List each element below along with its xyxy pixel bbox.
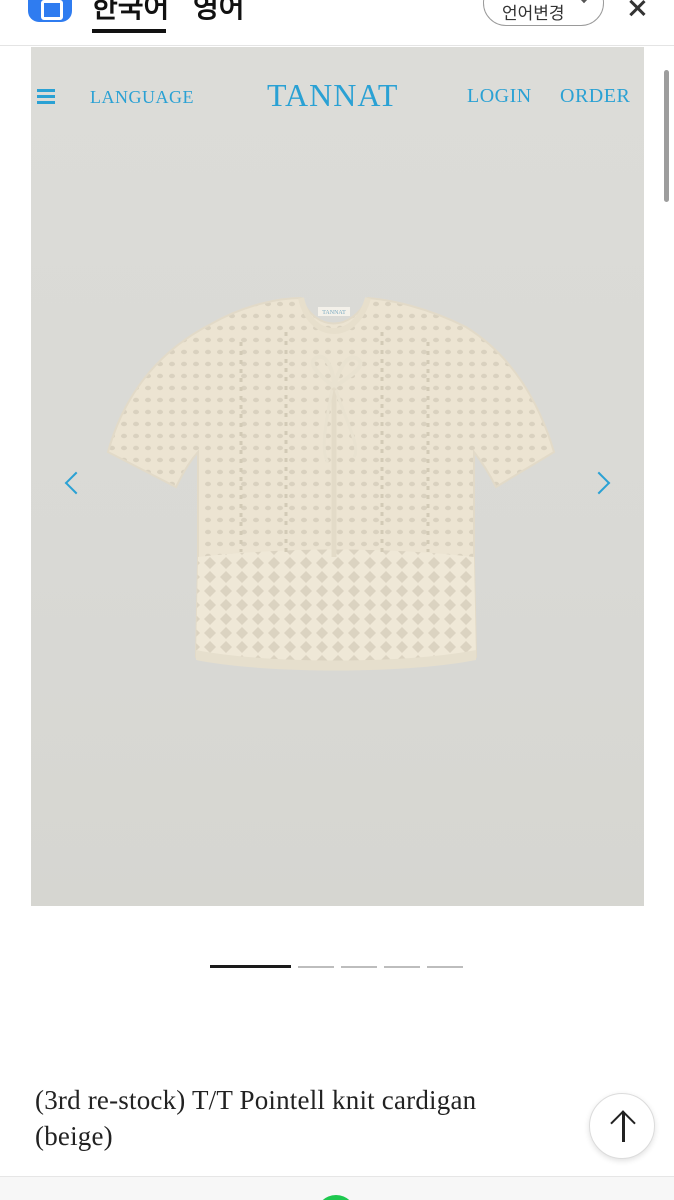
- product-image-carousel[interactable]: LANGUAGE TANNAT LOGIN ORDER TANNAT: [31, 47, 644, 906]
- pagination-dot-3[interactable]: [341, 966, 377, 968]
- product-photo: TANNAT: [106, 296, 556, 671]
- nav-order-link[interactable]: ORDER: [560, 85, 630, 108]
- brand-logo[interactable]: TANNAT: [267, 77, 398, 114]
- tab-korean[interactable]: 한국어: [92, 0, 169, 26]
- scrollbar[interactable]: [664, 70, 669, 202]
- site-nav: LANGUAGE TANNAT LOGIN ORDER: [31, 47, 644, 147]
- change-language-label: 언어변경: [502, 4, 565, 24]
- nav-language-link[interactable]: LANGUAGE: [90, 87, 194, 108]
- tab-english[interactable]: 영어: [193, 0, 245, 26]
- close-icon[interactable]: [622, 0, 652, 22]
- scroll-to-top-button[interactable]: [589, 1093, 655, 1159]
- chevron-right-icon[interactable]: [587, 471, 611, 495]
- pagination-dot-5[interactable]: [427, 966, 463, 968]
- active-tab-indicator: [92, 29, 166, 33]
- product-title: (3rd re-stock) T/T Pointell knit cardiga…: [35, 1082, 595, 1154]
- chevron-left-icon[interactable]: [64, 471, 88, 495]
- bottom-bar: [0, 1177, 674, 1200]
- chat-icon[interactable]: [316, 1195, 356, 1200]
- pagination-dot-1[interactable]: [210, 965, 291, 968]
- chevron-down-icon: [576, 0, 592, 4]
- change-language-button[interactable]: 언어변경: [483, 0, 604, 26]
- pagination-dot-4[interactable]: [384, 966, 420, 968]
- hamburger-menu-icon[interactable]: [37, 89, 55, 104]
- translate-app-icon[interactable]: [28, 0, 72, 22]
- pagination-dot-2[interactable]: [298, 966, 334, 968]
- product-title-line-1: (3rd re-stock) T/T Pointell knit cardiga…: [35, 1085, 477, 1115]
- nav-login-link[interactable]: LOGIN: [467, 85, 532, 108]
- garment-tag: TANNAT: [322, 310, 346, 316]
- translate-bar: 한국어 영어 언어변경: [0, 0, 674, 46]
- product-title-line-2: (beige): [35, 1121, 113, 1151]
